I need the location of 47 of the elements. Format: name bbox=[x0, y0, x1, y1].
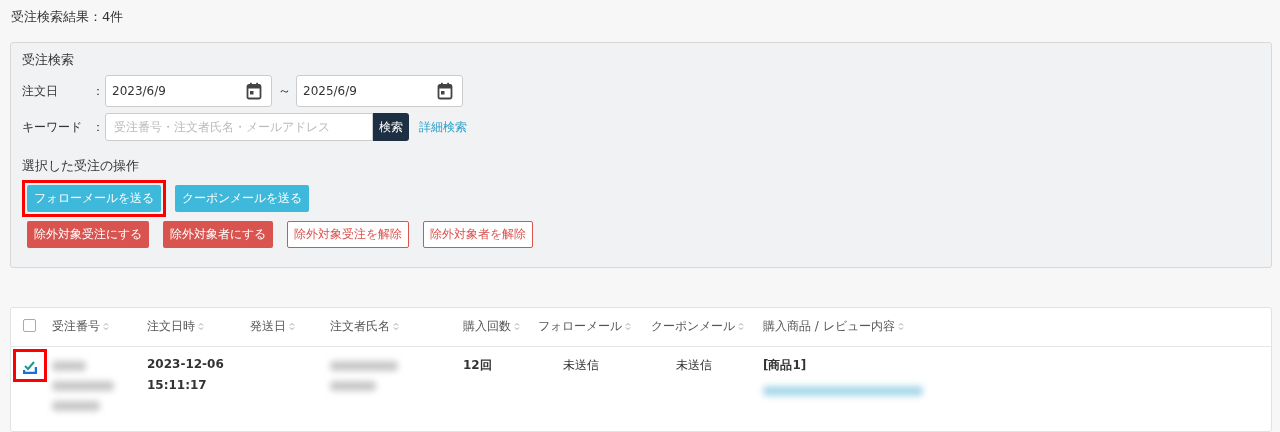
sort-icon[interactable] bbox=[289, 322, 295, 332]
colon-text: ： bbox=[92, 82, 105, 100]
column-header[interactable]: クーポンメール bbox=[651, 318, 744, 336]
date-field[interactable]: 2025/6/9 bbox=[296, 75, 463, 107]
column-header[interactable]: 注文者氏名 bbox=[330, 318, 399, 336]
redacted-text bbox=[52, 360, 86, 371]
sort-icon[interactable] bbox=[625, 322, 631, 332]
calendar-icon[interactable] bbox=[437, 82, 453, 100]
sort-icon[interactable] bbox=[393, 322, 399, 332]
section-title: 受注検索 bbox=[22, 51, 75, 69]
redacted-text bbox=[330, 380, 376, 391]
redacted-text bbox=[330, 360, 398, 371]
result-title: 受注検索結果：4件 bbox=[11, 8, 125, 26]
date-field[interactable]: 2023/6/9 bbox=[105, 75, 272, 107]
table-cell-text: 15:11:17 bbox=[147, 377, 208, 392]
column-header[interactable]: 購入回数 bbox=[463, 318, 520, 336]
redacted-text bbox=[52, 380, 114, 391]
column-header[interactable]: 受注番号 bbox=[52, 318, 109, 336]
table-cell-text: 2023-12-06 bbox=[147, 356, 225, 371]
action-button[interactable]: 除外対象受注を解除 bbox=[287, 221, 409, 248]
table-cell: 未送信 bbox=[676, 357, 712, 372]
action-button[interactable]: 除外対象者にする bbox=[163, 221, 273, 248]
column-header[interactable]: 発送日 bbox=[250, 318, 295, 336]
action-button[interactable]: 除外対象者を解除 bbox=[423, 221, 533, 248]
keyword-field[interactable]: 受注番号・注文者氏名・メールアドレス bbox=[105, 113, 373, 141]
checkbox[interactable] bbox=[23, 318, 36, 332]
product-name: [商品1] bbox=[763, 356, 808, 374]
field-label: 注文日 bbox=[22, 82, 59, 100]
column-header[interactable]: 注文日時 bbox=[147, 318, 204, 336]
sort-icon[interactable] bbox=[198, 322, 204, 332]
table-cell: 未送信 bbox=[563, 357, 599, 372]
search-button[interactable]: 検索 bbox=[373, 113, 409, 141]
table-cell: 12回 bbox=[463, 357, 492, 372]
redacted-text bbox=[52, 400, 100, 411]
range-separator: ～ bbox=[276, 82, 292, 100]
column-header[interactable]: フォローメール bbox=[538, 318, 631, 336]
sort-icon[interactable] bbox=[738, 322, 744, 332]
calendar-icon[interactable] bbox=[246, 82, 262, 100]
sort-icon[interactable] bbox=[103, 322, 109, 332]
sort-icon[interactable] bbox=[897, 322, 904, 332]
column-header[interactable]: 購入商品 / レビュー内容 bbox=[763, 318, 904, 336]
action-button[interactable]: 除外対象受注にする bbox=[27, 221, 149, 248]
colon-text: ： bbox=[92, 118, 105, 136]
sort-icon[interactable] bbox=[514, 322, 520, 332]
field-label: キーワード bbox=[22, 118, 83, 136]
section-title: 選択した受注の操作 bbox=[22, 157, 140, 175]
checkbox[interactable] bbox=[23, 359, 37, 374]
